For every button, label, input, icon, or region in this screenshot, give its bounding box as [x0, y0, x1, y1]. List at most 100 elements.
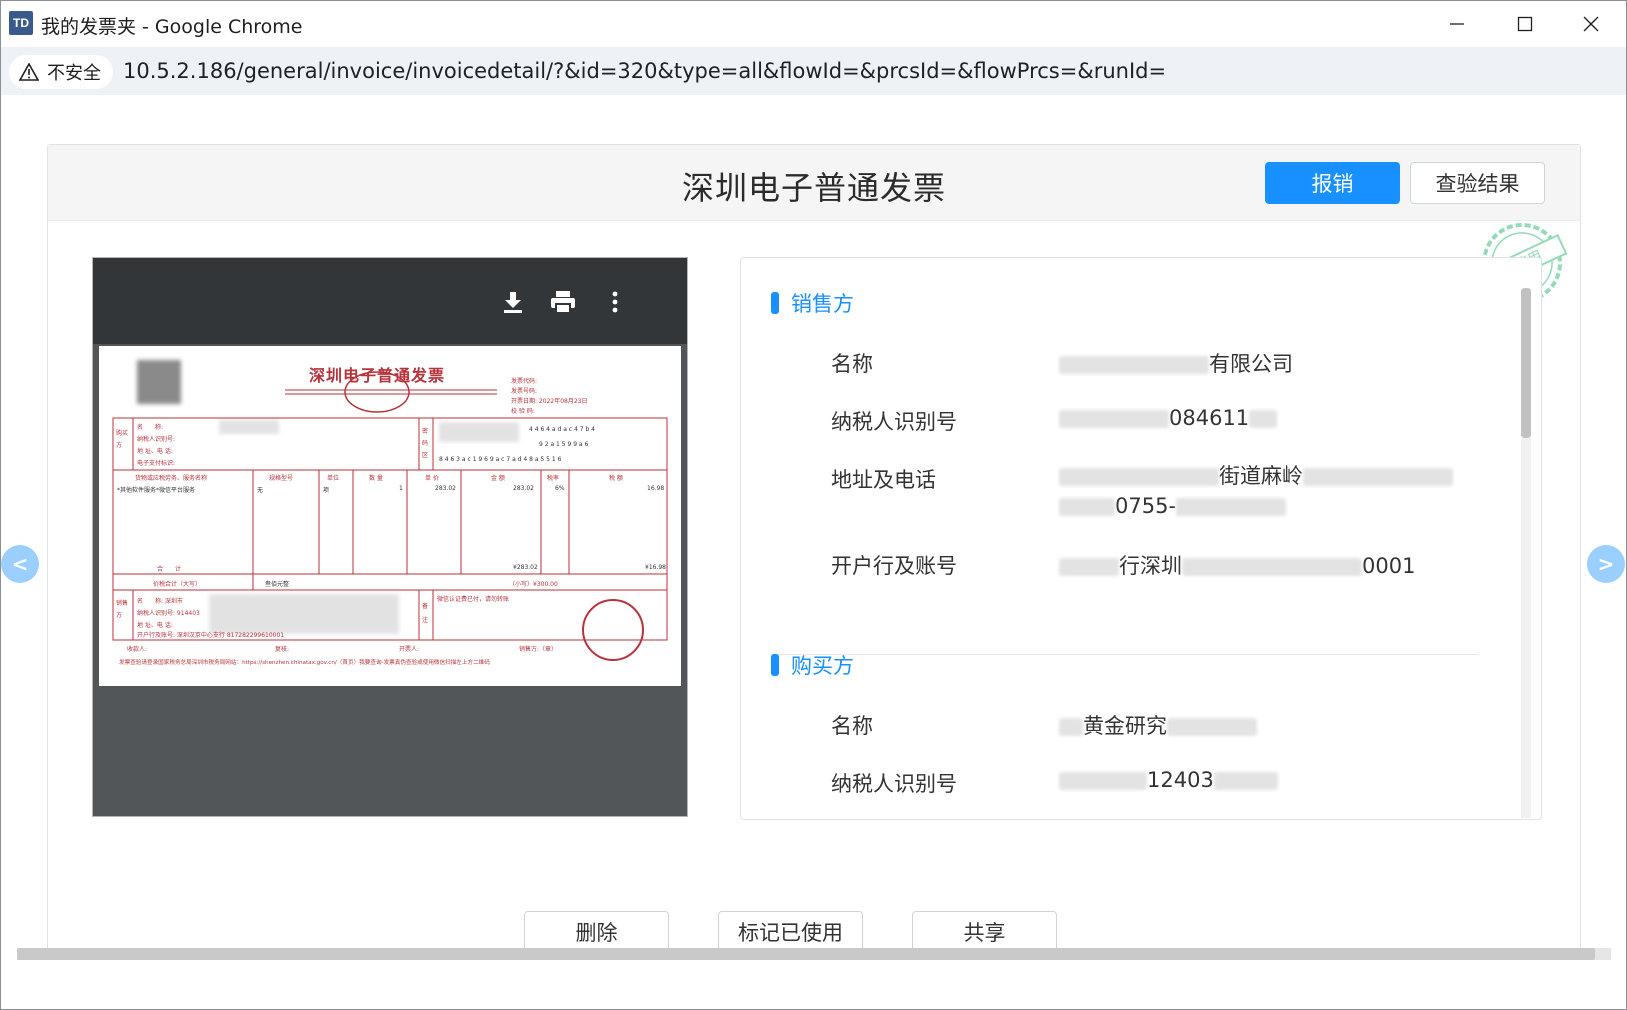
remarks-label: 备注 [422, 603, 429, 624]
invoice-detail-card: 深圳电子普通发票 报销 查验结果 未使用 [47, 144, 1581, 954]
buyer-column-label: 购买方 [116, 430, 129, 449]
buyer-taxid-value: 12403 [1059, 768, 1278, 792]
more-options-button[interactable] [599, 286, 631, 318]
next-invoice-button[interactable]: > [1587, 545, 1625, 583]
warning-icon [19, 63, 39, 81]
issue-date-label: 开票日期: 2022年08月23日 [511, 398, 588, 405]
redacted-block [1182, 558, 1362, 576]
seller-column-label: 销售方 [116, 600, 129, 619]
item-cell: 1 [399, 485, 403, 492]
security-label: 不安全 [47, 63, 101, 84]
invoice-image: 深圳电子普通发票 发票代码: 发票号码: 开票日期: 2022年08月23日 校… [99, 346, 681, 686]
close-icon [1583, 16, 1599, 32]
redacted-block [1059, 468, 1219, 486]
seller-address-label: 地址及电话 [831, 468, 936, 492]
chevron-left-icon: < [11, 552, 29, 576]
footer-role: 开票人: [399, 646, 420, 653]
section-marker [771, 654, 779, 676]
item-header: 货物或应税劳务、服务名称 [135, 475, 208, 482]
invoice-code-label: 发票代码: [511, 378, 538, 385]
seller-bank-value: 行深圳 0001 [1059, 550, 1415, 580]
close-window-button[interactable] [1557, 1, 1625, 47]
pdf-viewer: 深圳电子普通发票 发票代码: 发票号码: 开票日期: 2022年08月23日 校… [92, 257, 688, 817]
seller-taxid-text: 084611 [1169, 406, 1250, 430]
seller-bank-label: 开户行及账号 [831, 554, 957, 578]
seller-taxid-value: 084611 [1059, 406, 1278, 430]
item-header: 税 额 [609, 475, 623, 482]
total-label: 合 计 [157, 566, 182, 573]
chevron-right-icon: > [1597, 552, 1615, 576]
pdf-toolbar [93, 258, 687, 344]
seller-phone-text: 0755- [1115, 494, 1177, 518]
buyer-section-title: 购买方 [791, 654, 854, 678]
buyer-taxid-label: 纳税人识别号 [831, 772, 957, 796]
buyer-name-text: 黄金研究 [1083, 714, 1167, 738]
download-icon [504, 292, 522, 313]
delete-button[interactable]: 删除 [524, 911, 669, 953]
details-scrollbar-thumb[interactable] [1521, 288, 1531, 438]
window-title: 我的发票夹 - Google Chrome [41, 16, 303, 38]
check-code-label: 校 验 码: [511, 408, 535, 415]
app-logo-icon: TD [9, 11, 33, 35]
redacted-block [1176, 498, 1287, 516]
remarks-text: 微信认证费已付，请勿转账 [437, 596, 510, 603]
item-header: 数 量 [369, 475, 383, 482]
prev-invoice-button[interactable]: < [1, 545, 39, 583]
reimburse-button[interactable]: 报销 [1265, 162, 1400, 204]
total-amount: ¥283.02 [513, 564, 538, 571]
security-indicator[interactable]: 不安全 [9, 55, 113, 89]
cipher-row: 9 2 a 1 5 9 9 a 6 [539, 441, 589, 448]
buyer-name-value: 黄金研究 [1059, 710, 1257, 740]
horizontal-scrollbar-thumb[interactable] [17, 948, 1595, 960]
redacted-block [1167, 718, 1257, 736]
buyer-field-taxid: 纳税人识别号: [137, 436, 176, 443]
item-header: 税率 [547, 475, 560, 482]
buyer-taxid-text: 12403 [1147, 768, 1214, 792]
item-cell: 283.02 [513, 485, 534, 492]
share-button[interactable]: 共享 [912, 911, 1057, 953]
seller-name-value: 有限公司 [1059, 348, 1293, 378]
footer-role: 销售方:（章） [519, 646, 558, 653]
buyer-name-label: 名称 [831, 714, 873, 738]
mark-used-button[interactable]: 标记已使用 [718, 911, 863, 953]
redacted-block [1059, 772, 1147, 790]
seller-name-text: 有限公司 [1209, 352, 1293, 376]
item-cell: 无 [257, 487, 264, 494]
redacted-block [1213, 772, 1278, 790]
footer-role: 复核: [275, 646, 290, 653]
item-header: 金 额 [491, 475, 505, 482]
print-icon [551, 291, 575, 314]
seller-account-text: 0001 [1362, 554, 1416, 578]
invoice-no-label: 发票号码: [511, 388, 538, 395]
cipher-row: 4 4 6 4 a d a c 4 7 b 4 [529, 426, 595, 433]
seller-field-name: 名 称: 深圳市 [137, 598, 183, 605]
buyer-field-address: 地 址、电 话: [137, 448, 173, 455]
title-bar: TD 我的发票夹 - Google Chrome [1, 1, 1626, 47]
item-cell: 16.98 [647, 485, 665, 492]
item-header: 单 价 [425, 475, 439, 482]
buyer-section-header: 购买方 [771, 650, 854, 680]
page-content: < > 深圳电子普通发票 报销 查验结果 未使用 [1, 95, 1626, 1009]
redacted-block [1059, 356, 1209, 374]
section-divider [771, 654, 1479, 655]
item-header: 规格型号 [269, 475, 294, 482]
verify-result-button[interactable]: 查验结果 [1410, 162, 1545, 204]
seller-address-value: 街道麻岭 0755- [1059, 461, 1479, 521]
print-button[interactable] [547, 286, 579, 318]
maximize-icon [1517, 16, 1533, 32]
total-tax: ¥16.98 [645, 564, 666, 571]
download-button[interactable] [497, 286, 529, 318]
url-input[interactable]: 10.5.2.186/general/invoice/invoicedetail… [123, 59, 1166, 83]
tax-total-words: 叁佰元整 [265, 581, 290, 588]
maximize-button[interactable] [1491, 1, 1559, 47]
tax-total-small: （小写）¥300.00 [509, 581, 558, 588]
more-vertical-icon [612, 291, 618, 313]
browser-window: TD 我的发票夹 - Google Chrome 不安全 10.5.2.186/… [0, 0, 1627, 1010]
redacted-block [1059, 718, 1083, 736]
invoice-details-panel: 销售方 名称 有限公司 纳税人识别号 084611 地址及电话 街道麻岭 075… [740, 257, 1542, 820]
footer-role: 收款人: [127, 646, 148, 653]
minimize-button[interactable] [1423, 1, 1491, 47]
redacted-block [1249, 410, 1278, 428]
buyer-field-epay: 电子支付标识: [137, 460, 176, 467]
pdf-background [93, 686, 687, 816]
